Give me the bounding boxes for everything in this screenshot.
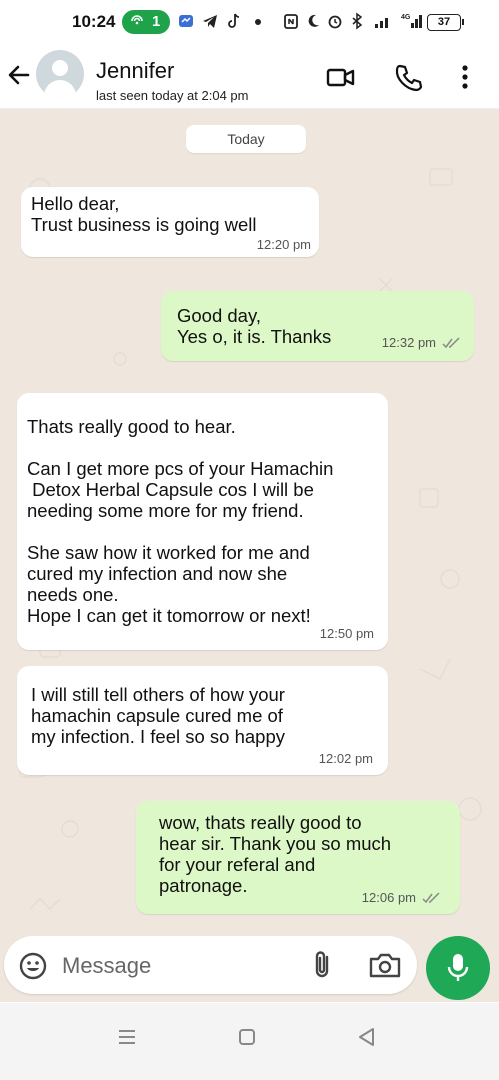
- status-time: 10:24: [72, 12, 116, 31]
- chat-area[interactable]: Today Hello dear, Trust business is goin…: [0, 109, 499, 1002]
- video-call-icon[interactable]: [326, 62, 356, 92]
- message-time: 12:50 pm: [319, 626, 374, 641]
- message-outgoing[interactable]: Good day, Yes o, it is. Thanks 12:32 pm: [161, 291, 474, 361]
- message-composer: [0, 933, 499, 1003]
- back-icon[interactable]: [349, 1019, 385, 1055]
- message-time: 12:06 pm: [361, 890, 416, 905]
- emoji-icon[interactable]: [18, 951, 48, 981]
- last-seen-status: last seen today at 2:04 pm: [96, 88, 249, 103]
- chat-header: Jennifer last seen today at 2:04 pm: [0, 44, 499, 109]
- voice-call-icon[interactable]: [393, 62, 423, 92]
- moon-icon: [308, 14, 319, 27]
- back-arrow-icon[interactable]: [6, 60, 32, 90]
- battery-icon: 37: [427, 14, 464, 31]
- svg-text:4G: 4G: [401, 14, 411, 21]
- read-ticks-icon: [442, 336, 460, 348]
- bluetooth-icon: [352, 12, 363, 30]
- status-bar: 10:24 1 4G 37: [0, 0, 499, 44]
- mic-button[interactable]: [426, 936, 490, 1000]
- read-ticks-icon: [422, 891, 440, 903]
- mic-icon: [447, 954, 469, 981]
- hotspot-icon: [131, 15, 143, 25]
- dot-icon: [255, 19, 261, 25]
- camera-icon[interactable]: [368, 950, 402, 980]
- message-time: 12:32 pm: [381, 335, 436, 350]
- message-incoming[interactable]: Thats really good to hear. Can I get mor…: [17, 393, 388, 650]
- message-text: wow, thats really good to hear sir. Than…: [159, 812, 392, 896]
- nfc-icon: [284, 14, 298, 29]
- contact-name[interactable]: Jennifer: [96, 58, 174, 84]
- message-time: 12:20 pm: [256, 237, 311, 252]
- message-text: Good day, Yes o, it is. Thanks: [177, 305, 332, 347]
- message-text: I will still tell others of how your ham…: [31, 684, 285, 747]
- message-text: Thats really good to hear. Can I get mor…: [27, 416, 334, 626]
- telegram-icon: [203, 15, 217, 28]
- battery-level: 37: [437, 16, 451, 28]
- 4g-signal-icon: 4G: [401, 14, 422, 28]
- hotspot-count: 1: [152, 13, 161, 30]
- home-icon[interactable]: [229, 1019, 265, 1055]
- tiktok-icon: [228, 13, 240, 28]
- message-incoming[interactable]: Hello dear, Trust business is going well…: [21, 187, 319, 257]
- message-input-box[interactable]: [4, 936, 417, 994]
- message-time: 12:02 pm: [318, 751, 373, 766]
- messenger-icon: [179, 15, 193, 27]
- more-vertical-icon[interactable]: [450, 62, 480, 92]
- hotspot-pill: 1: [122, 10, 170, 34]
- message-incoming[interactable]: I will still tell others of how your ham…: [17, 666, 388, 775]
- date-chip: Today: [186, 125, 306, 153]
- signal-icon: [375, 18, 388, 28]
- system-nav-bar: [0, 1003, 499, 1080]
- alarm-icon: [328, 15, 342, 29]
- avatar[interactable]: [36, 50, 84, 98]
- message-outgoing[interactable]: wow, thats really good to hear sir. Than…: [136, 801, 460, 914]
- message-text: Hello dear, Trust business is going well: [31, 193, 257, 235]
- menu-icon[interactable]: [109, 1019, 145, 1055]
- message-input[interactable]: [60, 950, 294, 982]
- attach-icon[interactable]: [310, 949, 336, 981]
